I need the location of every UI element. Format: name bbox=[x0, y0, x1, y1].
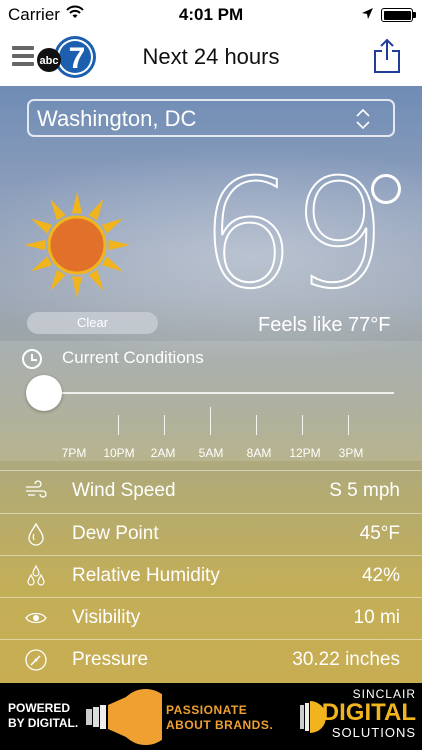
wind-speed-row: Wind Speed S 5 mph bbox=[0, 470, 422, 512]
timeline-label: 5AM bbox=[198, 446, 224, 460]
ad-tagline-line2: ABOUT BRANDS. bbox=[166, 718, 274, 732]
ad-brand-line3: SOLUTIONS bbox=[331, 725, 416, 740]
sun-ray bbox=[31, 218, 53, 234]
sun-ray bbox=[71, 276, 83, 298]
sun-ray bbox=[50, 199, 66, 221]
eye-icon bbox=[25, 612, 47, 624]
sun-ray bbox=[101, 256, 123, 272]
timeline-tick bbox=[164, 415, 165, 435]
timeline-tick bbox=[348, 415, 349, 435]
status-time: 4:01 PM bbox=[178, 5, 244, 24]
timeline-panel: Current Conditions 7PM 10PM 2AM 5AM 8AM … bbox=[0, 341, 422, 461]
humidity-drops-icon bbox=[27, 564, 45, 586]
sun-ray bbox=[108, 239, 130, 251]
timeline-label: 2AM bbox=[150, 446, 176, 460]
share-icon[interactable] bbox=[372, 38, 402, 74]
ad-brand-line2: DIGITAL bbox=[321, 699, 416, 726]
timeline-label: 8AM bbox=[246, 446, 272, 460]
pressure-value: 30.22 inches bbox=[292, 649, 400, 670]
battery-tip bbox=[413, 12, 416, 18]
droplet-icon bbox=[28, 522, 44, 546]
clock-icon bbox=[22, 349, 42, 369]
sun-ray bbox=[31, 256, 53, 272]
sun-ray bbox=[24, 239, 46, 251]
ad-tagline: PASSIONATE ABOUT BRANDS. bbox=[166, 703, 273, 733]
ad-powered-line1: POWERED bbox=[8, 701, 71, 715]
location-select[interactable]: Washington, DC bbox=[27, 99, 395, 137]
timeline-title: Current Conditions bbox=[62, 348, 204, 367]
ad-brand: SINCLAIR DIGITAL SOLUTIONS bbox=[320, 687, 416, 740]
up-down-chevron-icon bbox=[356, 108, 370, 130]
battery-icon bbox=[381, 8, 413, 22]
visibility-label: Visibility bbox=[72, 607, 141, 628]
weather-panel: Washington, DC Clear 69 Feels like 77°F … bbox=[0, 86, 422, 683]
visibility-value: 10 mi bbox=[353, 607, 400, 628]
status-bar: Carrier 4:01 PM bbox=[0, 0, 422, 30]
dew-point-row: Dew Point 45°F bbox=[0, 513, 422, 555]
humidity-value: 42% bbox=[361, 565, 400, 586]
sun-icon bbox=[24, 192, 130, 298]
timeline-tick bbox=[256, 415, 257, 435]
timeline-label: 12PM bbox=[289, 446, 321, 460]
dew-point-label: Dew Point bbox=[72, 523, 159, 544]
wind-speed-label: Wind Speed bbox=[72, 480, 176, 501]
time-slider-track[interactable] bbox=[44, 392, 394, 394]
sun-ray bbox=[88, 269, 104, 291]
page-title: Next 24 hours bbox=[142, 44, 280, 69]
sun-ray bbox=[50, 269, 66, 291]
visibility-row: Visibility 10 mi bbox=[0, 597, 422, 639]
timeline-label: 10PM bbox=[103, 446, 135, 460]
timeline-tick bbox=[302, 415, 303, 435]
location-arrow-icon bbox=[362, 8, 373, 19]
timeline-tick bbox=[118, 415, 119, 435]
humidity-row: Relative Humidity 42% bbox=[0, 555, 422, 597]
lightbulb-icon bbox=[86, 689, 162, 745]
feels-like-text: Feels like 77°F bbox=[258, 314, 391, 336]
wind-speed-value: S 5 mph bbox=[329, 480, 400, 501]
sun-ray bbox=[88, 199, 104, 221]
wind-icon bbox=[26, 480, 47, 498]
time-slider-knob[interactable] bbox=[26, 375, 62, 411]
nav-bar: 7 abc Next 24 hours bbox=[0, 30, 422, 86]
sun-ray bbox=[101, 218, 123, 234]
dew-point-value: 45°F bbox=[359, 523, 400, 544]
condition-badge: Clear bbox=[27, 312, 158, 334]
ad-powered-line2: BY DIGITAL. bbox=[8, 716, 79, 730]
timeline-label: 3PM bbox=[338, 446, 364, 460]
location-select-value: Washington, DC bbox=[37, 106, 197, 131]
sun-ray bbox=[71, 192, 83, 214]
degree-symbol bbox=[371, 174, 401, 204]
ad-banner[interactable]: POWERED BY DIGITAL. PASSIONATE ABOUT BRA… bbox=[0, 683, 422, 750]
pressure-label: Pressure bbox=[72, 649, 149, 670]
pressure-row: Pressure 30.22 inches bbox=[0, 639, 422, 681]
humidity-label: Relative Humidity bbox=[72, 565, 220, 586]
ad-tagline-line1: PASSIONATE bbox=[166, 703, 248, 717]
gauge-icon bbox=[25, 649, 47, 671]
timeline-label: 7PM bbox=[61, 446, 87, 460]
current-temperature: 69 bbox=[199, 148, 388, 322]
ad-powered-text: POWERED BY DIGITAL. bbox=[8, 701, 78, 731]
timeline-tick bbox=[210, 407, 211, 435]
